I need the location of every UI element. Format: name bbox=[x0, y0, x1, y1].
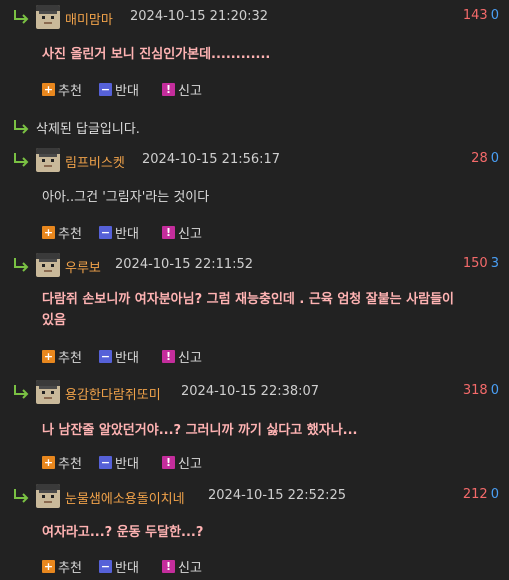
comment-date: 2024-10-15 22:52:25 bbox=[208, 488, 347, 503]
oppose-button[interactable]: − 반대 bbox=[99, 453, 139, 472]
downvote-count: 0 bbox=[490, 8, 499, 23]
upvote-count: 318 bbox=[462, 383, 488, 398]
vote-count: 318 0 bbox=[463, 383, 499, 398]
avatar[interactable] bbox=[36, 484, 60, 508]
recommend-label: 추천 bbox=[58, 83, 82, 99]
avatar[interactable] bbox=[36, 253, 60, 277]
recommend-button[interactable]: + 추천 bbox=[42, 80, 82, 99]
oppose-button[interactable]: − 반대 bbox=[99, 347, 139, 366]
report-label: 신고 bbox=[178, 350, 202, 366]
oppose-label: 반대 bbox=[115, 226, 139, 242]
minus-icon: − bbox=[99, 559, 112, 573]
downvote-count: 0 bbox=[490, 151, 499, 166]
deleted-reply-text: 삭제된 답글입니다. bbox=[36, 122, 140, 137]
minus-icon: − bbox=[99, 455, 112, 469]
report-icon: ! bbox=[162, 225, 175, 239]
oppose-button[interactable]: − 반대 bbox=[99, 557, 139, 576]
avatar[interactable] bbox=[36, 5, 60, 29]
comment-text-line: 있음 bbox=[42, 313, 66, 328]
reply-arrow-icon bbox=[14, 10, 29, 24]
oppose-label: 반대 bbox=[115, 560, 139, 576]
recommend-label: 추천 bbox=[58, 226, 82, 242]
report-icon: ! bbox=[162, 455, 175, 469]
oppose-label: 반대 bbox=[115, 83, 139, 99]
comment-nickname[interactable]: 매미맘마 bbox=[65, 9, 113, 28]
comment-date: 2024-10-15 22:38:07 bbox=[181, 384, 320, 399]
comment-list: 매미맘마 2024-10-15 21:20:32 143 0 사진 올린거 보니 … bbox=[0, 0, 509, 580]
upvote-count: 150 bbox=[462, 256, 488, 271]
recommend-button[interactable]: + 추천 bbox=[42, 223, 82, 242]
reply-arrow-icon bbox=[14, 258, 29, 272]
comment-nickname[interactable]: 눈물샘에소용돌이치네 bbox=[65, 488, 185, 507]
report-label: 신고 bbox=[178, 456, 202, 472]
report-button[interactable]: ! 신고 bbox=[162, 557, 202, 576]
reply-arrow-icon bbox=[14, 120, 29, 134]
report-button[interactable]: ! 신고 bbox=[162, 453, 202, 472]
recommend-label: 추천 bbox=[58, 560, 82, 576]
report-icon: ! bbox=[162, 559, 175, 573]
comment-text-line: 다람쥐 손보니까 여자분아님? 그럼 재능충인데 . 근육 엄청 잘붙는 사람들… bbox=[42, 292, 455, 307]
recommend-label: 추천 bbox=[58, 350, 82, 366]
recommend-button[interactable]: + 추천 bbox=[42, 347, 82, 366]
plus-icon: + bbox=[42, 225, 55, 239]
oppose-label: 반대 bbox=[115, 350, 139, 366]
comment-date: 2024-10-15 22:11:52 bbox=[115, 257, 254, 272]
vote-count: 28 0 bbox=[471, 151, 499, 166]
minus-icon: − bbox=[99, 225, 112, 239]
plus-icon: + bbox=[42, 349, 55, 363]
recommend-button[interactable]: + 추천 bbox=[42, 453, 82, 472]
comment-date: 2024-10-15 21:56:17 bbox=[142, 152, 281, 167]
downvote-count: 0 bbox=[490, 487, 499, 502]
comment-nickname[interactable]: 우루보 bbox=[65, 257, 101, 276]
vote-count: 143 0 bbox=[463, 8, 499, 23]
report-label: 신고 bbox=[178, 560, 202, 576]
vote-count: 212 0 bbox=[463, 487, 499, 502]
reply-arrow-icon bbox=[14, 385, 29, 399]
comment-text: 나 남잔줄 알았던거야...? 그러니까 까기 싫다고 했자나... bbox=[42, 423, 358, 438]
report-label: 신고 bbox=[178, 226, 202, 242]
reply-arrow-icon bbox=[14, 489, 29, 503]
recommend-button[interactable]: + 추천 bbox=[42, 557, 82, 576]
recommend-label: 추천 bbox=[58, 456, 82, 472]
downvote-count: 3 bbox=[490, 256, 499, 271]
report-button[interactable]: ! 신고 bbox=[162, 347, 202, 366]
comment-text: 다람쥐 손보니까 여자분아님? 그럼 재능충인데 . 근육 엄청 잘붙는 사람들… bbox=[42, 289, 482, 331]
minus-icon: − bbox=[99, 349, 112, 363]
comment-text: 사진 올린거 보니 진심인가본데............ bbox=[42, 47, 271, 62]
oppose-label: 반대 bbox=[115, 456, 139, 472]
oppose-button[interactable]: − 반대 bbox=[99, 223, 139, 242]
deleted-reply: 삭제된 답글입니다. bbox=[0, 117, 509, 137]
avatar[interactable] bbox=[36, 380, 60, 404]
downvote-count: 0 bbox=[490, 383, 499, 398]
upvote-count: 212 bbox=[462, 487, 488, 502]
plus-icon: + bbox=[42, 455, 55, 469]
comment-date: 2024-10-15 21:20:32 bbox=[130, 9, 269, 24]
avatar[interactable] bbox=[36, 148, 60, 172]
reply-arrow-icon bbox=[14, 153, 29, 167]
report-button[interactable]: ! 신고 bbox=[162, 223, 202, 242]
plus-icon: + bbox=[42, 82, 55, 96]
minus-icon: − bbox=[99, 82, 112, 96]
upvote-count: 28 bbox=[471, 151, 488, 166]
vote-count: 150 3 bbox=[463, 256, 499, 271]
comment-nickname[interactable]: 림프비스켓 bbox=[65, 152, 125, 171]
comment-text: 여자라고...? 운동 두달한...? bbox=[42, 525, 204, 540]
comment-text: 아아..그건 '그림자'라는 것이다 bbox=[42, 190, 210, 205]
report-button[interactable]: ! 신고 bbox=[162, 80, 202, 99]
oppose-button[interactable]: − 반대 bbox=[99, 80, 139, 99]
plus-icon: + bbox=[42, 559, 55, 573]
upvote-count: 143 bbox=[462, 8, 488, 23]
comment-nickname[interactable]: 용감한다람쥐또미 bbox=[65, 384, 161, 403]
report-icon: ! bbox=[162, 349, 175, 363]
report-label: 신고 bbox=[178, 83, 202, 99]
report-icon: ! bbox=[162, 82, 175, 96]
